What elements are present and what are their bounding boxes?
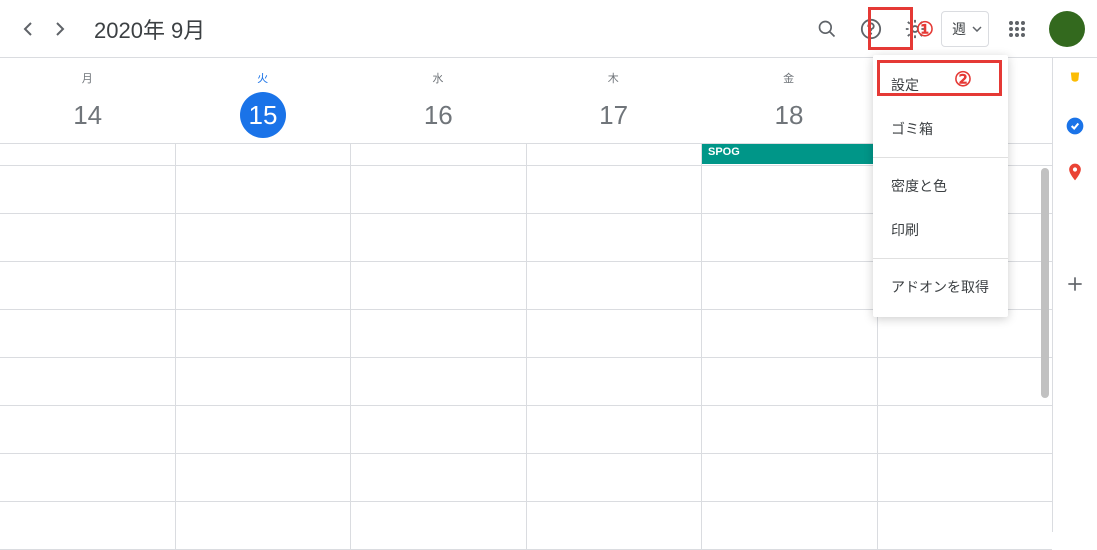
keep-icon[interactable] xyxy=(1065,70,1085,90)
day-number[interactable]: 16 xyxy=(415,92,461,138)
hour-cell[interactable] xyxy=(350,358,526,405)
hour-cell[interactable] xyxy=(701,406,877,453)
day-of-week: 水 xyxy=(432,70,444,86)
day-column: 金 18 xyxy=(701,58,876,143)
hour-cell[interactable] xyxy=(175,406,351,453)
day-column: 水 16 xyxy=(351,58,526,143)
allday-cell[interactable] xyxy=(526,144,702,165)
day-column: 月 14 xyxy=(0,58,175,143)
hour-cell[interactable] xyxy=(526,262,702,309)
hour-cell[interactable] xyxy=(526,310,702,357)
hour-cell[interactable] xyxy=(175,214,351,261)
help-icon[interactable] xyxy=(851,9,891,49)
view-label: 週 xyxy=(952,19,966,39)
hour-cell[interactable] xyxy=(701,166,877,213)
hour-cell[interactable] xyxy=(350,406,526,453)
hour-cell[interactable] xyxy=(526,454,702,501)
hour-cell[interactable] xyxy=(526,214,702,261)
hour-row xyxy=(0,502,1052,550)
day-number[interactable]: 18 xyxy=(766,92,812,138)
menu-settings[interactable]: 設定 xyxy=(873,63,1008,107)
hour-cell[interactable] xyxy=(0,166,175,213)
tasks-icon[interactable] xyxy=(1065,116,1085,136)
hour-cell[interactable] xyxy=(350,502,526,549)
menu-divider xyxy=(873,258,1008,259)
side-panel xyxy=(1052,0,1097,532)
hour-row xyxy=(0,406,1052,454)
menu-divider xyxy=(873,157,1008,158)
day-of-week: 火 xyxy=(257,70,269,86)
day-number[interactable]: 15 xyxy=(240,92,286,138)
allday-cell[interactable] xyxy=(350,144,526,165)
hour-row xyxy=(0,358,1052,406)
hour-cell[interactable] xyxy=(350,454,526,501)
hour-cell[interactable] xyxy=(0,454,175,501)
hour-cell[interactable] xyxy=(526,502,702,549)
scroll-thumb[interactable] xyxy=(1041,168,1049,398)
hour-cell[interactable] xyxy=(350,214,526,261)
day-number[interactable]: 14 xyxy=(65,92,111,138)
hour-cell[interactable] xyxy=(526,358,702,405)
menu-density[interactable]: 密度と色 xyxy=(873,164,1008,208)
day-column: 木 17 xyxy=(526,58,701,143)
hour-cell[interactable] xyxy=(877,358,1053,405)
event-chip[interactable]: SPOG xyxy=(702,144,877,164)
avatar[interactable] xyxy=(1049,11,1085,47)
view-selector[interactable]: 週 xyxy=(941,11,989,47)
day-of-week: 木 xyxy=(608,70,620,86)
hour-cell[interactable] xyxy=(701,358,877,405)
menu-addons[interactable]: アドオンを取得 xyxy=(873,265,1008,309)
prev-button[interactable] xyxy=(12,13,44,45)
hour-cell[interactable] xyxy=(701,262,877,309)
hour-cell[interactable] xyxy=(175,310,351,357)
hour-cell[interactable] xyxy=(175,358,351,405)
hour-cell[interactable] xyxy=(877,310,1053,357)
next-button[interactable] xyxy=(44,13,76,45)
hour-cell[interactable] xyxy=(0,502,175,549)
hour-cell[interactable] xyxy=(0,214,175,261)
page-title: 2020年 9月 xyxy=(94,13,205,45)
hour-cell[interactable] xyxy=(877,406,1053,453)
day-of-week: 金 xyxy=(783,70,795,86)
allday-cell[interactable] xyxy=(0,144,175,165)
menu-print[interactable]: 印刷 xyxy=(873,208,1008,252)
day-number[interactable]: 17 xyxy=(591,92,637,138)
hour-cell[interactable] xyxy=(701,454,877,501)
scrollbar[interactable] xyxy=(1038,168,1052,408)
maps-icon[interactable] xyxy=(1065,162,1085,182)
hour-cell[interactable] xyxy=(0,358,175,405)
hour-cell[interactable] xyxy=(175,454,351,501)
search-icon[interactable] xyxy=(807,9,847,49)
hour-cell[interactable] xyxy=(350,310,526,357)
hour-cell[interactable] xyxy=(701,502,877,549)
apps-grid-icon[interactable] xyxy=(997,9,1037,49)
settings-menu: 設定 ゴミ箱 密度と色 印刷 アドオンを取得 xyxy=(873,55,1008,317)
hour-cell[interactable] xyxy=(0,406,175,453)
allday-cell[interactable]: SPOG xyxy=(701,144,877,165)
hour-cell[interactable] xyxy=(877,502,1053,549)
hour-cell[interactable] xyxy=(526,406,702,453)
hour-cell[interactable] xyxy=(877,454,1053,501)
add-addon-icon[interactable] xyxy=(1065,274,1085,294)
hour-cell[interactable] xyxy=(350,166,526,213)
header: 2020年 9月 週 xyxy=(0,0,1097,58)
allday-cell[interactable] xyxy=(175,144,351,165)
hour-row xyxy=(0,454,1052,502)
hour-cell[interactable] xyxy=(175,262,351,309)
hour-cell[interactable] xyxy=(0,262,175,309)
day-column: 火 15 xyxy=(175,58,350,143)
hour-cell[interactable] xyxy=(701,310,877,357)
hour-cell[interactable] xyxy=(350,262,526,309)
hour-cell[interactable] xyxy=(701,214,877,261)
hour-row xyxy=(0,310,1052,358)
menu-trash[interactable]: ゴミ箱 xyxy=(873,107,1008,151)
hour-cell[interactable] xyxy=(526,166,702,213)
hour-cell[interactable] xyxy=(175,502,351,549)
settings-gear-icon[interactable] xyxy=(895,9,935,49)
hour-cell[interactable] xyxy=(175,166,351,213)
hour-cell[interactable] xyxy=(0,310,175,357)
day-of-week: 月 xyxy=(82,70,94,86)
